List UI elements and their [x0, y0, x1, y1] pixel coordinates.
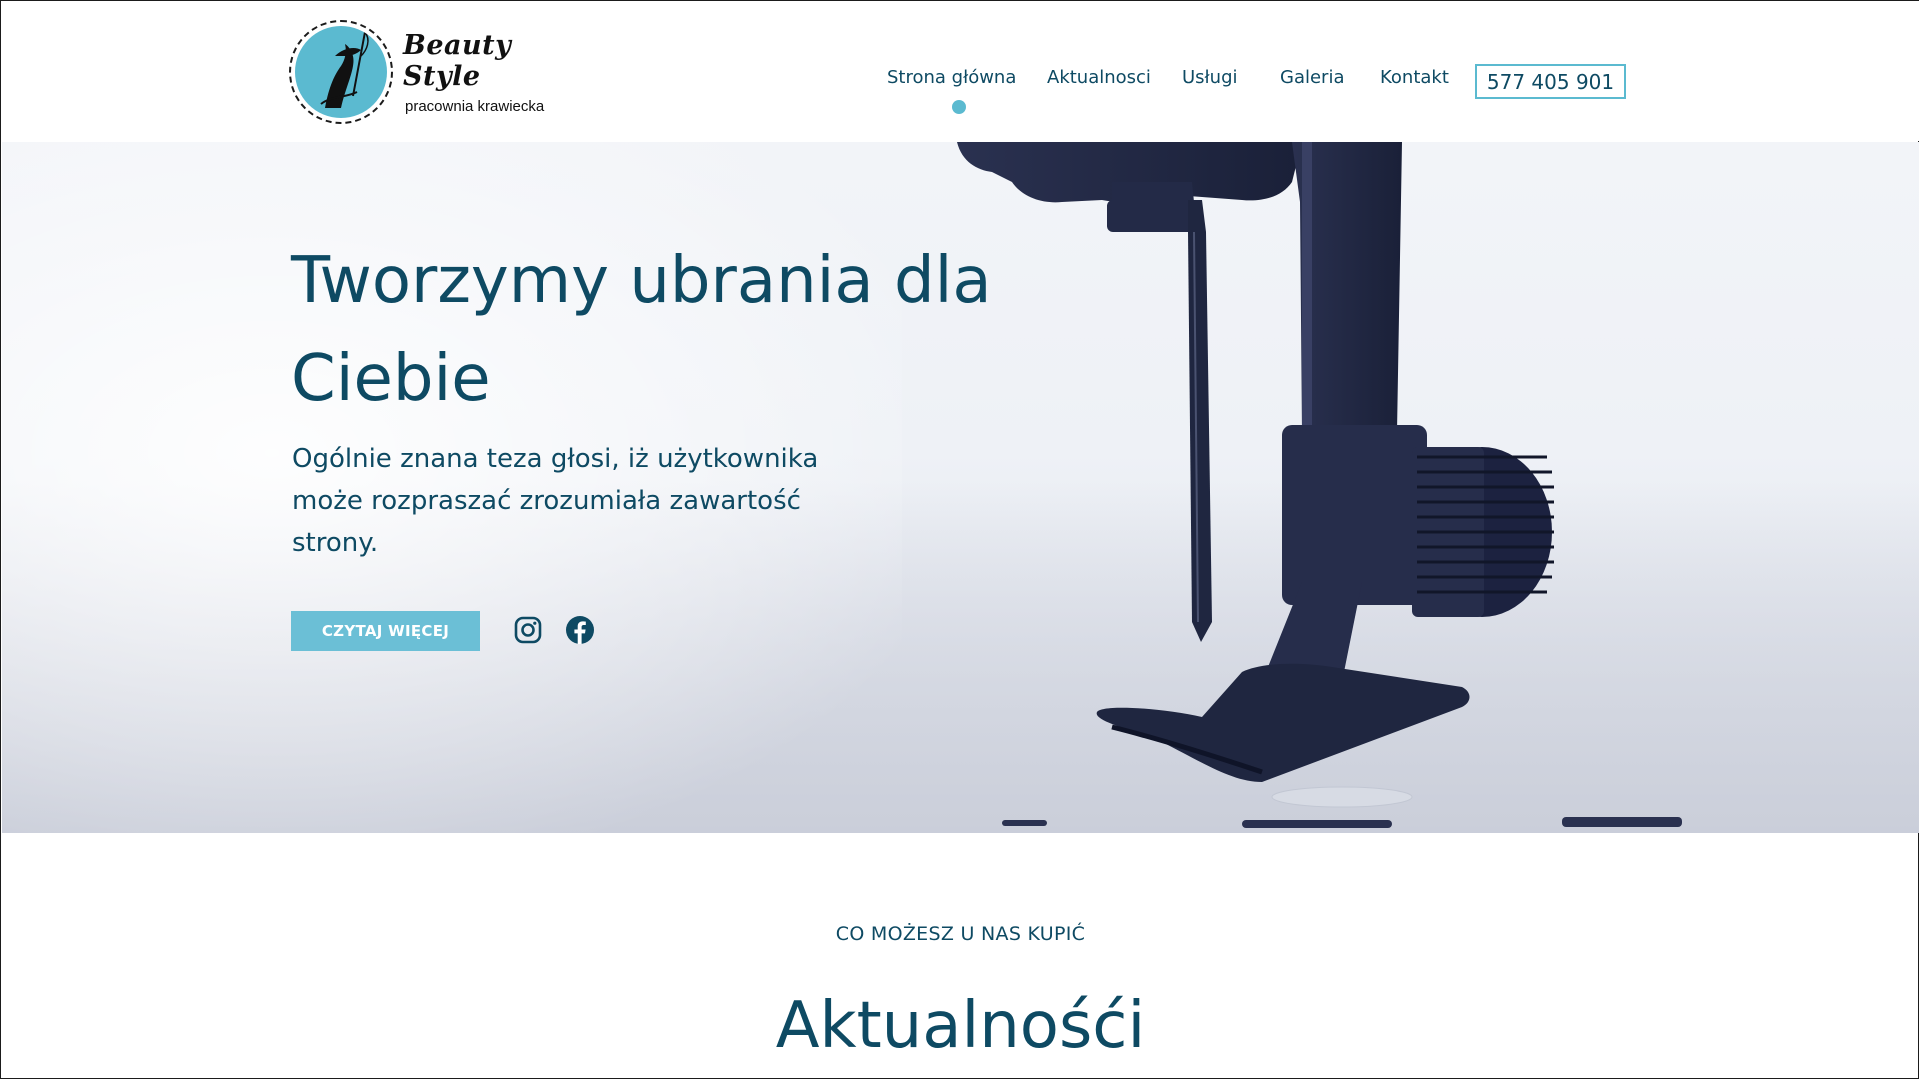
instagram-icon[interactable]: [513, 615, 543, 645]
hero-title-line1: Tworzymy ubrania dla: [291, 244, 992, 318]
facebook-icon[interactable]: [565, 615, 595, 645]
nav-item-contact[interactable]: Kontakt: [1380, 67, 1449, 88]
section-title: Aktualnośći: [775, 989, 1146, 1063]
hero-title: Tworzymy ubrania dla Ciebie: [291, 232, 1031, 428]
hero-description: Ogólnie znana teza głosi, iż użytkownika…: [292, 438, 832, 564]
hero-text-line1: Ogólnie znana teza głosi, iż użytkownika: [292, 444, 819, 474]
hero-banner: Tworzymy ubrania dla Ciebie Ogólnie znan…: [2, 142, 1919, 833]
nav-item-services[interactable]: Usługi: [1182, 67, 1238, 88]
section-eyebrow: CO MOŻESZ U NAS KUPIĆ: [835, 923, 1086, 945]
hero-text-line3: strony.: [292, 528, 379, 558]
read-more-button[interactable]: CZYTAJ WIĘCEJ: [291, 611, 480, 651]
site-header: Beauty Style pracownia krawiecka Strona …: [1, 1, 1919, 141]
nav-item-gallery[interactable]: Galeria: [1280, 67, 1345, 88]
nav-item-home[interactable]: Strona główna: [887, 67, 1016, 88]
phone-button[interactable]: 577 405 901: [1475, 64, 1626, 99]
nav-item-news[interactable]: Aktualnosci: [1047, 67, 1151, 88]
main-nav: Strona główna Aktualnosci Usługi Galeria…: [1, 67, 1919, 97]
hero-title-line2: Ciebie: [291, 342, 491, 416]
logo-tagline: pracownia krawiecka: [405, 97, 545, 115]
active-nav-indicator: [952, 100, 966, 114]
hero-text-line2: może rozpraszać zrozumiała zawartość: [292, 486, 801, 516]
